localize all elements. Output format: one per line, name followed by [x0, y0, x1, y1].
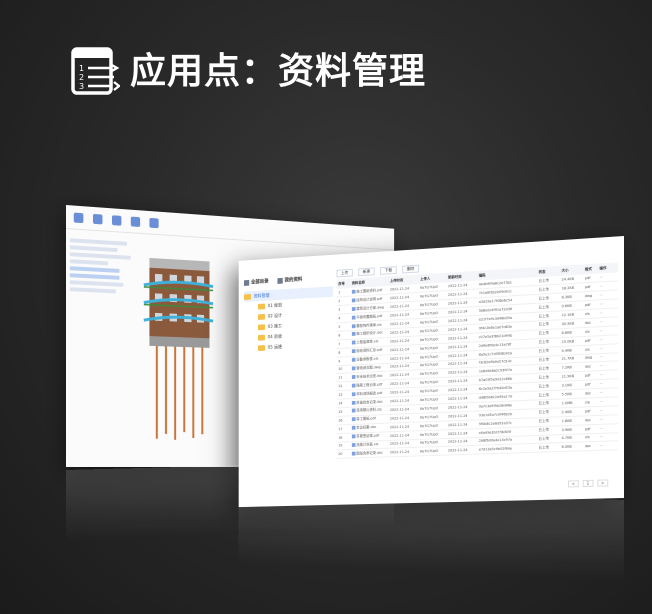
file-name[interactable]: 结构设计说明.pdf: [356, 297, 382, 302]
file-name[interactable]: 现场照片资料.zip: [356, 408, 381, 413]
file-icon: [351, 425, 356, 430]
folder-label: 02 设计: [267, 313, 283, 319]
file-icon: [351, 400, 356, 405]
page-number[interactable]: 1: [582, 479, 594, 488]
prev-page-button[interactable]: <: [567, 480, 579, 488]
cell-name: 图纸会审记录.doc: [349, 448, 389, 459]
tab-label: 全部目录: [250, 278, 269, 286]
file-list-panel: 上传 新建 下载 删除 序号 资料名称 上传时间 上传人 更新时间 编码 状态 大小 格式 操作 …: [336, 250, 619, 499]
panel-tabs: 全部目录 我的资料: [243, 274, 333, 286]
cell-date: 2022-11-24: [388, 447, 419, 458]
tree-node[interactable]: [69, 252, 131, 260]
file-name[interactable]: 设备参数表.xls: [356, 357, 378, 362]
file-icon: [351, 451, 356, 456]
download-button[interactable]: 下载: [380, 266, 397, 275]
folder-label: 01 规划: [267, 303, 283, 309]
download-icon[interactable]: [111, 214, 122, 226]
tab-all-catalog[interactable]: 全部目录: [243, 278, 269, 286]
cell-user: Ke7G7UpO: [418, 446, 447, 457]
file-icon: [351, 357, 356, 362]
folder-icon[interactable]: [73, 212, 84, 223]
file-name[interactable]: 施工图纸资料.pdf: [356, 288, 382, 293]
folder-icon: [258, 323, 266, 330]
upload-icon[interactable]: [92, 213, 103, 224]
tree-node-selected[interactable]: [69, 273, 120, 280]
file-name[interactable]: 竣工图纸.pdf: [356, 417, 375, 422]
upload-button[interactable]: 上传: [336, 268, 353, 278]
file-icon: [351, 340, 356, 345]
next-page-button[interactable]: >: [597, 479, 609, 487]
file-icon: [351, 315, 356, 320]
cell-code: e7d13a5c9b02f64e: [476, 443, 537, 455]
file-name[interactable]: 平面布置图纸.pdf: [356, 314, 382, 319]
folder-label: 05 运维: [267, 344, 283, 351]
building-model-view[interactable]: [135, 237, 217, 444]
file-icon: [351, 298, 356, 303]
download-icon: [277, 277, 283, 284]
screenshot-stage: 全部目录 我的资料 资料管理 01 规划 02 设计 03 施工 04 验收 0…: [0, 0, 652, 614]
file-name[interactable]: 建筑设计方案.dwg: [356, 305, 384, 310]
folder-icon: [243, 293, 251, 300]
document-manager-window: 全部目录 我的资料 资料管理 01 规划 02 设计 03 施工 04 验收 0…: [238, 236, 624, 508]
cell-status: 已上传: [536, 443, 560, 453]
file-name[interactable]: 工程量清单.xls: [356, 340, 378, 345]
tab-label: 我的资料: [284, 276, 303, 284]
cell-size: 6.0KB: [559, 442, 583, 452]
tree-node-selected[interactable]: [69, 266, 120, 273]
file-name[interactable]: 材料进场报验.pdf: [356, 391, 382, 396]
file-icon: [351, 391, 356, 396]
folder-icon: [258, 334, 266, 341]
file-icon: [351, 366, 356, 371]
tree-node[interactable]: [69, 238, 128, 246]
file-icon: [351, 434, 356, 439]
file-name[interactable]: 验收资料汇总.pdf: [356, 348, 382, 353]
tree-node[interactable]: [69, 259, 109, 266]
row-actions[interactable]: ···: [597, 441, 619, 451]
file-icon: [351, 374, 356, 379]
file-name[interactable]: 模型构件清单.xls: [356, 322, 381, 327]
file-icon: [351, 417, 356, 422]
file-icon: [351, 323, 356, 328]
tab-my-files[interactable]: 我的资料: [277, 276, 302, 284]
file-icon: [351, 332, 356, 337]
folder-icon: [258, 303, 266, 310]
file-name[interactable]: 图纸会审记录.doc: [356, 451, 383, 456]
file-table: 序号 资料名称 上传时间 上传人 更新时间 编码 状态 大小 格式 操作 1 施工图纸资料.pdf 2…: [336, 262, 619, 459]
file-icon: [351, 306, 356, 311]
delete-button[interactable]: 删除: [402, 264, 419, 274]
file-icon: [351, 383, 356, 388]
file-name[interactable]: 管线综合图.dwg: [356, 365, 380, 370]
file-name[interactable]: 会议纪要.doc: [356, 425, 376, 430]
tree-node[interactable]: [69, 245, 118, 253]
file-icon: [351, 289, 356, 294]
new-button[interactable]: 新建: [358, 267, 375, 277]
tree-node[interactable]: [69, 280, 124, 287]
cell-time: 2022-11-24: [446, 445, 477, 456]
folder-label: 03 施工: [267, 323, 283, 330]
folder-label: 资料管理: [253, 293, 270, 300]
folder-label: 04 验收: [267, 334, 283, 340]
catalog-icon: [243, 279, 250, 286]
folder-icon: [258, 344, 266, 351]
file-name[interactable]: 变更签证单.pdf: [356, 434, 379, 439]
file-name[interactable]: 安全技术交底.doc: [356, 374, 383, 379]
cell-no: 20: [336, 449, 350, 459]
model-tree: [69, 235, 137, 297]
file-icon: [351, 408, 356, 413]
file-name[interactable]: 施工组织设计.doc: [356, 331, 383, 336]
cell-type: doc: [582, 441, 598, 452]
file-name[interactable]: 进度计划表.xls: [356, 442, 378, 447]
file-icon: [351, 349, 356, 354]
file-name[interactable]: 质量检查记录.doc: [356, 399, 383, 404]
pagination: < 1 >: [567, 479, 609, 488]
file-name[interactable]: 隐蔽工程记录.pdf: [356, 382, 382, 387]
settings-icon[interactable]: [149, 217, 159, 228]
file-icon: [351, 443, 356, 447]
folder-icon: [258, 313, 266, 320]
folder-panel: 全部目录 我的资料 资料管理 01 规划 02 设计 03 施工 04 验收 0…: [243, 274, 333, 501]
file-table-body: 1 施工图纸资料.pdf 2022-11-24 Ke7G7UpO 2022-11-24 4…: [336, 272, 619, 459]
tree-node[interactable]: [69, 287, 116, 294]
share-icon[interactable]: [130, 216, 141, 227]
